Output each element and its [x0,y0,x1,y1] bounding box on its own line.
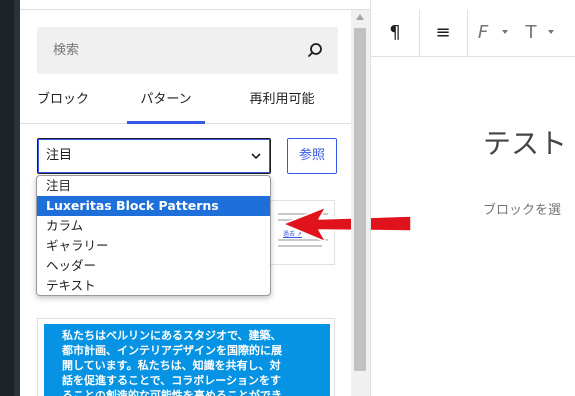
post-title[interactable]: テスト [483,122,567,162]
preview-line: 開しています。私たちは、知識を共有し、対 [62,359,281,372]
caret-down-icon [548,30,554,34]
block-placeholder[interactable]: ブロックを選 [483,199,561,218]
preview-blue-text-block: 私たちはベルリンにあるスタジオで、建築、 都市計画、インテリアデザインを国際的に… [44,324,330,396]
text-size-icon[interactable]: T [519,10,543,56]
search-box[interactable] [37,27,338,74]
inserter-tabs: ブロック パターン 再利用可能 [20,84,351,124]
preview-line: ることの創造的な可能性を高めることができ [62,389,282,396]
paragraph-icon[interactable]: ¶ [375,10,415,56]
dropdown-option-selected[interactable]: Luxeritas Block Patterns [37,196,270,216]
category-dropdown-list: 注目 Luxeritas Block Patterns カラム ギャラリー ヘッ… [36,175,271,296]
block-toolbar: ¶ ≡ F T [371,10,575,57]
scroll-thumb[interactable] [354,28,366,371]
caret-down-icon [502,30,508,34]
preview-line: 話を促進することで、コラボレーションをす [62,374,282,387]
panel-divider [370,0,371,396]
preview-line: 私たちはベルリンにあるスタジオで、建築、 [62,329,282,342]
inserter-header [20,0,370,10]
admin-sidebar [0,0,14,396]
annotation-arrow-icon [282,206,412,243]
preview-line: 都市計画、インテリアデザインを国際的に展 [62,344,282,357]
dropdown-option[interactable]: ギャラリー [37,236,270,256]
category-select-value: 注目 [46,148,73,163]
font-family-icon[interactable]: F [471,10,495,56]
search-input[interactable] [37,27,338,74]
tab-blocks[interactable]: ブロック [28,84,98,124]
dropdown-option[interactable]: カラム [37,216,270,236]
pattern-preview-card[interactable]: 私たちはベルリンにあるスタジオで、建築、 都市計画、インテリアデザインを国際的に… [37,318,335,396]
inserter-scrollbar[interactable] [351,10,370,396]
dropdown-option[interactable]: テキスト [37,276,270,295]
scroll-up-arrow-icon[interactable] [356,14,364,20]
pattern-category-select[interactable]: 注目 [37,138,271,174]
browse-all-button[interactable]: 参照 [287,138,337,174]
dropdown-option[interactable]: 注目 [37,176,270,196]
align-icon[interactable]: ≡ [423,10,463,56]
tab-reusable[interactable]: 再利用可能 [242,84,322,124]
dropdown-option[interactable]: ヘッダー [37,256,270,276]
chevron-down-icon [251,153,261,160]
tab-patterns[interactable]: パターン [127,84,205,124]
search-icon[interactable] [306,41,324,59]
